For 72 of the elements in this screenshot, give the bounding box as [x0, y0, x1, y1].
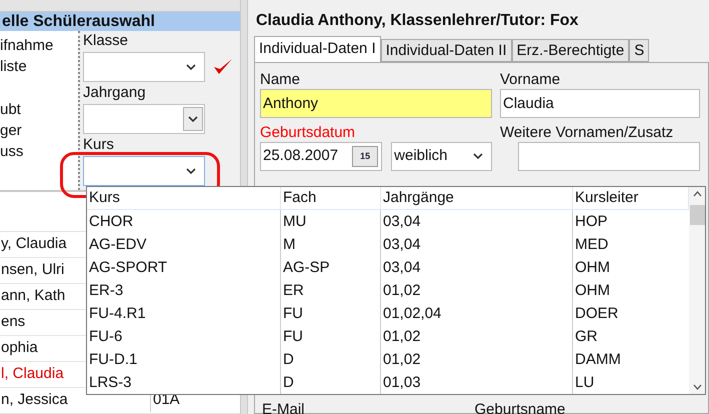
- more-names-field[interactable]: [518, 142, 700, 171]
- table-cell[interactable]: MU: [281, 210, 381, 233]
- table-cell[interactable]: MED: [573, 233, 689, 256]
- table-cell[interactable]: LU: [573, 371, 689, 394]
- option-item[interactable]: uss: [0, 141, 78, 162]
- filter-label: Jahrgang: [83, 85, 147, 100]
- caret-icon: [188, 116, 198, 123]
- table-cell[interactable]: HOP: [573, 210, 689, 233]
- first-name-field[interactable]: Claudia: [500, 89, 700, 118]
- table-cell[interactable]: FU: [281, 325, 381, 348]
- scroll-thumb[interactable]: [690, 205, 704, 225]
- column-header[interactable]: Jahrgänge: [381, 187, 573, 209]
- table-cell[interactable]: FU: [281, 302, 381, 325]
- option-item[interactable]: ger: [0, 120, 78, 142]
- table-cell[interactable]: OHM: [573, 279, 689, 302]
- scroll-down-icon[interactable]: [692, 384, 702, 390]
- table-cell[interactable]: AG-EDV: [87, 233, 281, 256]
- table-cell[interactable]: 03,04: [381, 256, 573, 279]
- table-cell[interactable]: FU-D.1: [87, 348, 281, 371]
- field-label: Geburtsdatum: [260, 124, 356, 142]
- tab[interactable]: S: [629, 39, 650, 62]
- option-item[interactable]: ifnahme: [0, 35, 78, 56]
- table-cell[interactable]: 03,04: [381, 233, 573, 256]
- filter-label: Klasse: [83, 33, 130, 48]
- table-cell[interactable]: LRS-3: [87, 371, 281, 394]
- gender-dropdown[interactable]: weiblich: [391, 142, 492, 171]
- name-field[interactable]: Anthony: [260, 89, 492, 118]
- field-label: E-Mail: [262, 401, 305, 414]
- table-cell[interactable]: DAMM: [573, 348, 689, 371]
- option-item[interactable]: liste: [0, 56, 78, 78]
- table-cell[interactable]: M: [281, 233, 381, 256]
- table-cell[interactable]: D: [281, 348, 381, 371]
- option-item[interactable]: ubt: [0, 99, 78, 120]
- field-label: Vorname: [500, 71, 562, 89]
- table-cell[interactable]: D: [281, 371, 381, 394]
- panel-title: elle Schülerauswahl: [0, 12, 240, 32]
- table-cell[interactable]: ER: [281, 279, 381, 302]
- filter-label: Kurs: [83, 137, 115, 152]
- field-label: Name: [260, 71, 302, 89]
- column-header[interactable]: Fach: [281, 187, 381, 209]
- table-cell[interactable]: AG-SPORT: [87, 256, 281, 279]
- table-cell[interactable]: OHM: [573, 256, 689, 279]
- table-cell[interactable]: 01,03: [381, 371, 573, 394]
- tab[interactable]: Individual-Daten II: [380, 39, 512, 62]
- table-cell[interactable]: 01,02: [381, 348, 573, 371]
- tab[interactable]: Erz.-Berechtigte: [512, 39, 630, 62]
- filter-dropdown[interactable]: [83, 104, 205, 134]
- table-cell[interactable]: ER-3: [87, 279, 281, 302]
- table-cell[interactable]: CHOR: [87, 210, 281, 233]
- scrollbar[interactable]: [689, 187, 705, 394]
- filter-dropdown[interactable]: [83, 52, 205, 82]
- scroll-up-icon[interactable]: [692, 191, 702, 197]
- table-cell[interactable]: 01,02: [381, 279, 573, 302]
- date-field[interactable]: 25.08.2007 15: [260, 142, 382, 171]
- caret-icon: [473, 153, 483, 160]
- student-title: Claudia Anthony, Klassenlehrer/Tutor: Fox: [255, 11, 580, 31]
- tab[interactable]: Individual-Daten I: [254, 36, 381, 62]
- caret-icon: [186, 168, 196, 175]
- filter-dropdown[interactable]: [83, 156, 205, 186]
- table-cell[interactable]: 03,04: [381, 210, 573, 233]
- table-cell[interactable]: GR: [573, 325, 689, 348]
- table-cell[interactable]: 01,02: [381, 325, 573, 348]
- caret-icon: [186, 64, 196, 71]
- table-cell[interactable]: DOER: [573, 302, 689, 325]
- field-label: Geburtsname: [474, 401, 566, 414]
- table-cell[interactable]: AG-SP: [281, 256, 381, 279]
- calendar-button[interactable]: 15: [352, 146, 378, 167]
- table-cell[interactable]: 01,02,04: [381, 302, 573, 325]
- table-cell[interactable]: FU-6: [87, 325, 281, 348]
- field-label: Weitere Vornamen/Zusatz: [500, 124, 674, 142]
- column-header[interactable]: Kurs: [87, 187, 281, 209]
- table-cell[interactable]: FU-4.R1: [87, 302, 281, 325]
